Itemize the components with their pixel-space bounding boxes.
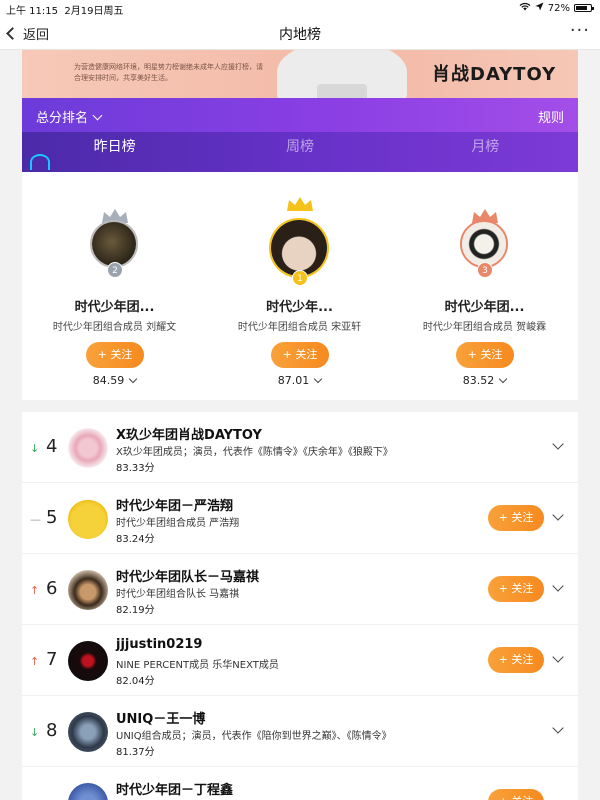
- row-desc: NINE PERCENT成员 乐华NEXT成员: [116, 660, 279, 671]
- location-arrow-icon: [535, 2, 544, 14]
- avatar[interactable]: [68, 570, 108, 610]
- rank-badge: 1: [292, 270, 308, 286]
- trend-up-icon: ↑: [30, 655, 40, 668]
- row-score: 81.37分: [116, 747, 155, 758]
- row-name[interactable]: X玖少年团肖战DAYTOY: [116, 424, 262, 443]
- podium-desc: 时代少年团组合成员 宋亚轩: [237, 322, 362, 333]
- chevron-down-icon[interactable]: [552, 580, 564, 592]
- podium-entry-1[interactable]: 1 时代少年... 时代少年团组合成员 宋亚轩 + 关注 87.01: [207, 172, 392, 400]
- trend-up-icon: ↑: [30, 584, 40, 597]
- top-three-podium: 2 时代少年团... 时代少年团组合成员 刘耀文 + 关注 84.59 1 时代…: [22, 172, 578, 400]
- podium-name[interactable]: 时代少年团...: [22, 296, 207, 315]
- row-name[interactable]: 时代少年团－严浩翔: [116, 495, 233, 514]
- row-name[interactable]: jjjustin0219: [116, 637, 202, 652]
- follow-button[interactable]: + 关注: [488, 505, 544, 531]
- trend-same-icon: —: [30, 513, 41, 526]
- period-tabs: 昨日榜 周榜 月榜: [22, 132, 578, 172]
- chevron-down-icon[interactable]: [552, 651, 564, 663]
- chevron-down-icon: [314, 374, 323, 384]
- trend-down-icon: ↓: [30, 726, 40, 739]
- rank-type-label: 总分排名: [36, 111, 89, 126]
- row-name[interactable]: 时代少年团队长－马嘉祺: [116, 566, 259, 585]
- chevron-down-icon: [129, 374, 138, 384]
- follow-button[interactable]: + 关注: [86, 342, 144, 368]
- podium-score[interactable]: 87.01: [207, 374, 392, 387]
- podium-desc: 时代少年团组合成员 贺峻霖: [422, 322, 547, 333]
- banner-photo: [277, 50, 407, 98]
- row-name[interactable]: UNIQ－王一博: [116, 708, 205, 727]
- tab-yesterday[interactable]: 昨日榜: [22, 132, 207, 172]
- gold-crown-icon: [285, 196, 315, 212]
- podium-score[interactable]: 83.52: [392, 374, 577, 387]
- tab-month[interactable]: 月榜: [393, 132, 578, 172]
- battery-icon: [574, 4, 594, 12]
- podium-entry-2[interactable]: 2 时代少年团... 时代少年团组合成员 刘耀文 + 关注 84.59: [22, 172, 207, 400]
- avatar[interactable]: [90, 220, 138, 268]
- follow-button[interactable]: + 关注: [456, 342, 514, 368]
- avatar[interactable]: [460, 220, 508, 268]
- nav-bar: 返回 内地榜 ···: [0, 16, 600, 50]
- avatar[interactable]: [68, 641, 108, 681]
- tab-week[interactable]: 周榜: [207, 132, 392, 172]
- status-right: 72%: [519, 2, 594, 14]
- follow-button[interactable]: + 关注: [271, 342, 329, 368]
- banner-note: 为营造健康网络环境，明星势力榜谢绝未成年人应援打榜，请合理安排时间，共享美好生活…: [74, 63, 263, 82]
- rank-type-dropdown[interactable]: 总分排名: [36, 107, 103, 126]
- status-bar: 上午 11:15 2月19日周五 72%: [0, 0, 600, 17]
- row-name[interactable]: 时代少年团－丁程鑫: [116, 779, 233, 798]
- chevron-down-icon[interactable]: [552, 722, 564, 734]
- chevron-down-icon[interactable]: [552, 509, 564, 521]
- podium-score[interactable]: 84.59: [22, 374, 207, 387]
- row-score: 82.19分: [116, 605, 155, 616]
- status-time: 上午 11:15 2月19日周五: [6, 6, 124, 17]
- avatar[interactable]: [68, 712, 108, 752]
- banner-slogan: 肖战DAYTOY: [432, 64, 557, 85]
- row-score: 83.33分: [116, 463, 155, 474]
- follow-button[interactable]: + 关注: [488, 789, 544, 800]
- rank-number: 8: [46, 720, 58, 741]
- ranking-list: ↓ 4 X玖少年团肖战DAYTOY X玖少年团成员；演员，代表作《陈情令》《庆余…: [22, 412, 578, 800]
- row-desc: 时代少年团组合成员 严浩翔: [116, 518, 240, 529]
- list-item[interactable]: — 5 时代少年团－严浩翔 时代少年团组合成员 严浩翔 83.24分 + 关注: [22, 483, 578, 554]
- list-item[interactable]: ↑ 6 时代少年团队长－马嘉祺 时代少年团组合队长 马嘉祺 82.19分 + 关…: [22, 554, 578, 625]
- rules-link[interactable]: 规则: [538, 107, 564, 126]
- avatar[interactable]: [68, 499, 108, 539]
- follow-button[interactable]: + 关注: [488, 647, 544, 673]
- rank-number: 4: [46, 436, 58, 457]
- rank-badge: 2: [107, 262, 123, 278]
- trend-down-icon: ↓: [30, 442, 40, 455]
- list-item[interactable]: ↓ 4 X玖少年团肖战DAYTOY X玖少年团成员；演员，代表作《陈情令》《庆余…: [22, 412, 578, 483]
- rank-badge: 3: [477, 262, 493, 278]
- avatar[interactable]: [269, 218, 329, 278]
- wifi-icon: [519, 2, 531, 14]
- chevron-down-icon[interactable]: [552, 438, 564, 450]
- row-desc: 时代少年团组合队长 马嘉祺: [116, 589, 240, 600]
- battery-percent: 72%: [547, 2, 570, 14]
- chevron-down-icon: [499, 374, 508, 384]
- row-desc: UNIQ组合成员；演员，代表作《陪你到世界之巅》、《陈情令》: [116, 731, 392, 742]
- rank-header: 总分排名 规则: [22, 98, 578, 132]
- podium-name[interactable]: 时代少年团...: [392, 296, 577, 315]
- row-score: 82.04分: [116, 676, 155, 687]
- more-button[interactable]: ···: [570, 20, 590, 41]
- rank-number: 6: [46, 578, 58, 599]
- avatar[interactable]: [68, 428, 108, 468]
- podium-entry-3[interactable]: 3 时代少年团... 时代少年团组合成员 贺峻霖 + 关注 83.52: [392, 172, 577, 400]
- row-score: 83.24分: [116, 534, 155, 545]
- follow-button[interactable]: + 关注: [488, 576, 544, 602]
- page-title: 内地榜: [279, 27, 321, 43]
- avatar[interactable]: [68, 783, 108, 800]
- rank-number: 5: [46, 507, 58, 528]
- list-item[interactable]: 时代少年团－丁程鑫 + 关注: [22, 767, 578, 800]
- list-item[interactable]: ↑ 7 jjjustin0219 NINE PERCENT成员 乐华NEXT成员…: [22, 625, 578, 696]
- podium-desc: 时代少年团组合成员 刘耀文: [52, 322, 177, 333]
- chevron-down-icon: [92, 110, 103, 120]
- promo-banner[interactable]: 为营造健康网络环境，明星势力榜谢绝未成年人应援打榜，请合理安排时间，共享美好生活…: [22, 50, 578, 98]
- row-desc: X玖少年团成员；演员，代表作《陈情令》《庆余年》《狼殿下》: [116, 447, 393, 458]
- rank-number: 7: [46, 649, 58, 670]
- list-item[interactable]: ↓ 8 UNIQ－王一博 UNIQ组合成员；演员，代表作《陪你到世界之巅》、《陈…: [22, 696, 578, 767]
- podium-name[interactable]: 时代少年...: [207, 296, 392, 315]
